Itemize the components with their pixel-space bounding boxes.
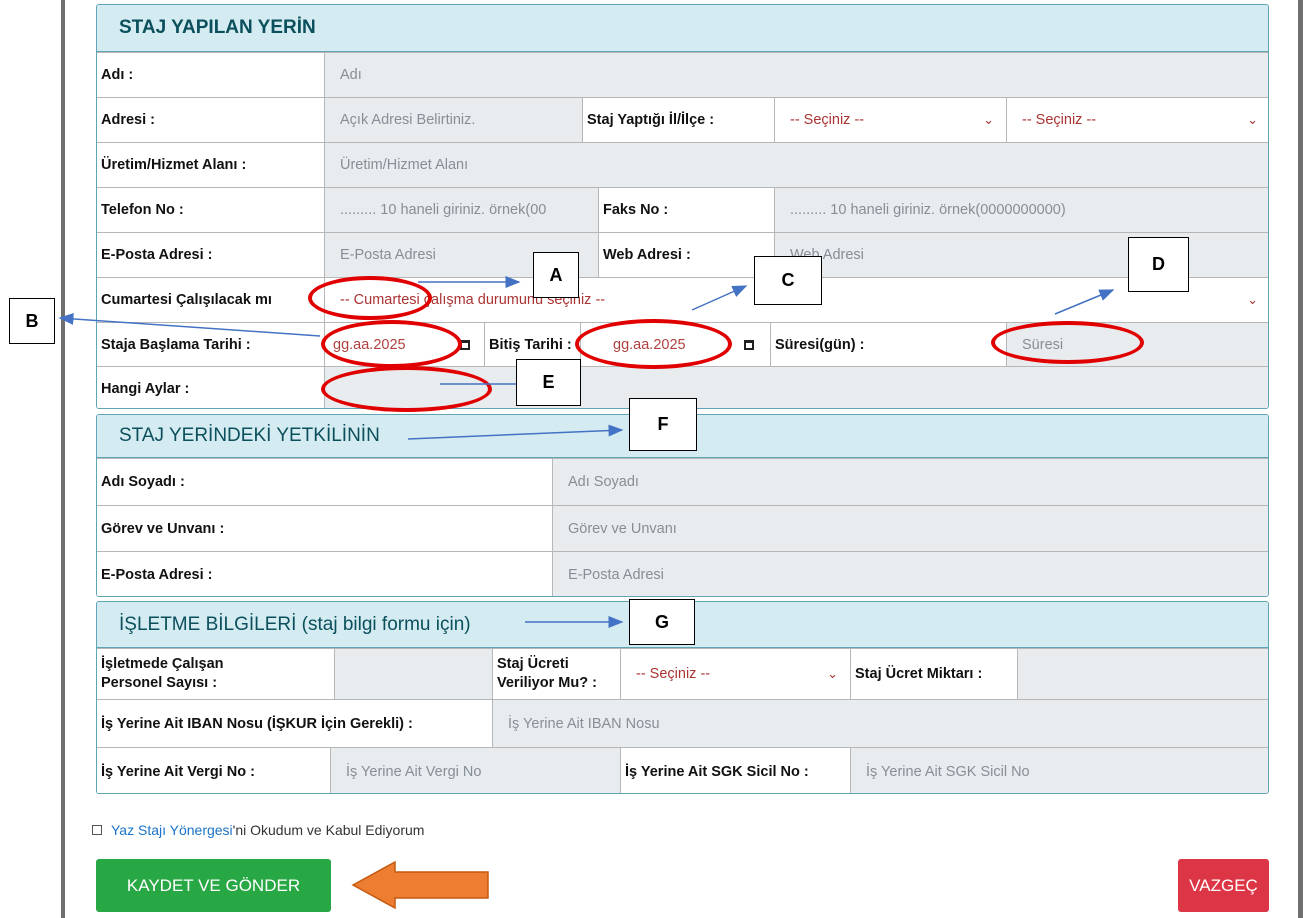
sgk-label: İş Yerine Ait SGK Sicil No : bbox=[621, 748, 851, 793]
vergi-label: İş Yerine Ait Vergi No : bbox=[97, 748, 331, 793]
gorev-label: Görev ve Unvanı : bbox=[97, 506, 553, 551]
form-row-cumartesi: Cumartesi Çalışılacak mı -- Cumartesi ça… bbox=[97, 277, 1268, 322]
ilce-select[interactable]: -- Seçiniz -- ⌄ bbox=[1007, 98, 1268, 142]
faks-label: Faks No : bbox=[599, 188, 775, 232]
aylar-label: Hangi Aylar : bbox=[97, 367, 325, 408]
ucret-verilen-label: Staj Ücreti Veriliyor Mu? : bbox=[493, 649, 621, 699]
annotation-label-e: E bbox=[516, 359, 581, 406]
calendar-icon[interactable] bbox=[744, 340, 754, 350]
form-row-adres: Adresi : Açık Adresi Belirtiniz. Staj Ya… bbox=[97, 97, 1268, 142]
adsoyad-input[interactable]: Adı Soyadı bbox=[553, 459, 1268, 505]
personel-label-line2: Personel Sayısı : bbox=[101, 675, 218, 691]
sgk-input[interactable]: İş Yerine Ait SGK Sicil No bbox=[851, 748, 1268, 793]
red-circle-aylar bbox=[321, 366, 492, 412]
red-circle-baslama bbox=[321, 320, 462, 368]
form-row-personel-ucret: İşletmede Çalışan Personel Sayısı : Staj… bbox=[97, 648, 1268, 699]
chevron-down-icon: ⌄ bbox=[983, 112, 994, 127]
telefon-input[interactable]: ......... 10 haneli giriniz. örnek(00 bbox=[325, 188, 599, 232]
adsoyad-label: Adı Soyadı : bbox=[97, 459, 553, 505]
big-arrow-left-icon bbox=[351, 860, 489, 910]
section-title: STAJ YAPILAN YERİN bbox=[97, 5, 1268, 52]
personel-label-line1: İşletmede Çalışan bbox=[101, 656, 224, 672]
form-row-adsoyad: Adı Soyadı : Adı Soyadı bbox=[97, 458, 1268, 505]
red-circle-bitis bbox=[575, 319, 732, 369]
agreement-checkbox-row: Yaz Stajı Yönergesi 'ni Okudum ve Kabul … bbox=[92, 822, 424, 838]
uretim-label: Üretim/Hizmet Alanı : bbox=[97, 143, 325, 187]
ucret-miktar-input[interactable] bbox=[1018, 649, 1268, 699]
yetkili-eposta-input[interactable]: E-Posta Adresi bbox=[553, 552, 1268, 596]
red-circle-suresi bbox=[991, 321, 1144, 364]
ucret-verilen-select-value: -- Seçiniz -- bbox=[636, 666, 711, 682]
adres-input[interactable]: Açık Adresi Belirtiniz. bbox=[325, 98, 583, 142]
ucret-miktar-label: Staj Ücret Miktarı : bbox=[851, 649, 1018, 699]
cumartesi-label: Cumartesi Çalışılacak mı bbox=[97, 278, 325, 322]
gorev-input[interactable]: Görev ve Unvanı bbox=[553, 506, 1268, 551]
ucret-verilen-label-line1: Staj Ücreti bbox=[497, 656, 569, 672]
ilce-select-value: -- Seçiniz -- bbox=[1022, 112, 1097, 128]
cancel-button[interactable]: VAZGEÇ bbox=[1178, 859, 1269, 912]
ad-input[interactable]: Adı bbox=[325, 53, 1268, 97]
window-frame-right bbox=[1298, 0, 1303, 918]
window-frame-left bbox=[61, 0, 65, 918]
annotation-label-f: F bbox=[629, 398, 697, 451]
form-row-eposta: E-Posta Adresi : E-Posta Adresi Web Adre… bbox=[97, 232, 1268, 277]
vergi-input[interactable]: İş Yerine Ait Vergi No bbox=[331, 748, 621, 793]
ad-label: Adı : bbox=[97, 53, 325, 97]
save-submit-button[interactable]: KAYDET VE GÖNDER bbox=[96, 859, 331, 912]
chevron-down-icon: ⌄ bbox=[1247, 112, 1258, 127]
uretim-input[interactable]: Üretim/Hizmet Alanı bbox=[325, 143, 1268, 187]
iban-label: İş Yerine Ait IBAN Nosu (İŞKUR İçin Gere… bbox=[97, 700, 493, 747]
il-select-value: -- Seçiniz -- bbox=[790, 112, 865, 128]
iban-input[interactable]: İş Yerine Ait IBAN Nosu bbox=[493, 700, 1268, 747]
chevron-down-icon: ⌄ bbox=[1247, 292, 1258, 307]
yonerge-link[interactable]: Yaz Stajı Yönergesi bbox=[111, 822, 233, 838]
suresi-label: Süresi(gün) : bbox=[771, 323, 1007, 366]
annotation-label-b: B bbox=[9, 298, 55, 344]
annotation-label-a: A bbox=[533, 252, 579, 298]
faks-input[interactable]: ......... 10 haneli giriniz. örnek(00000… bbox=[775, 188, 1268, 232]
annotation-label-g: G bbox=[629, 599, 695, 645]
ucret-verilen-select[interactable]: -- Seçiniz -- ⌄ bbox=[621, 649, 851, 699]
chevron-down-icon: ⌄ bbox=[827, 666, 838, 681]
form-row-vergi-sgk: İş Yerine Ait Vergi No : İş Yerine Ait V… bbox=[97, 747, 1268, 793]
personel-label: İşletmede Çalışan Personel Sayısı : bbox=[97, 649, 335, 699]
baslama-label: Staja Başlama Tarihi : bbox=[97, 323, 325, 366]
form-row-gorev: Görev ve Unvanı : Görev ve Unvanı bbox=[97, 505, 1268, 551]
red-circle-cumartesi bbox=[308, 276, 432, 320]
form-row-ad: Adı : Adı bbox=[97, 52, 1268, 97]
form-row-uretim: Üretim/Hizmet Alanı : Üretim/Hizmet Alan… bbox=[97, 142, 1268, 187]
annotation-label-c: C bbox=[754, 256, 822, 305]
adres-label: Adresi : bbox=[97, 98, 325, 142]
form-row-telefon: Telefon No : ......... 10 haneli giriniz… bbox=[97, 187, 1268, 232]
yetkili-eposta-label: E-Posta Adresi : bbox=[97, 552, 553, 596]
personel-input[interactable] bbox=[335, 649, 493, 699]
il-select[interactable]: -- Seçiniz -- ⌄ bbox=[775, 98, 1007, 142]
il-ilce-label: Staj Yaptığı İl/İlçe : bbox=[583, 98, 775, 142]
eposta-label: E-Posta Adresi : bbox=[97, 233, 325, 277]
telefon-label: Telefon No : bbox=[97, 188, 325, 232]
ucret-verilen-label-line2: Veriliyor Mu? : bbox=[497, 675, 597, 691]
form-row-yetkili-eposta: E-Posta Adresi : E-Posta Adresi bbox=[97, 551, 1268, 596]
web-label: Web Adresi : bbox=[599, 233, 775, 277]
web-input[interactable]: Web Adresi bbox=[775, 233, 1268, 277]
form-row-iban: İş Yerine Ait IBAN Nosu (İŞKUR İçin Gere… bbox=[97, 699, 1268, 747]
agreement-checkbox[interactable] bbox=[92, 825, 102, 835]
agreement-text: 'ni Okudum ve Kabul Ediyorum bbox=[232, 822, 425, 838]
annotation-label-d: D bbox=[1128, 237, 1189, 292]
